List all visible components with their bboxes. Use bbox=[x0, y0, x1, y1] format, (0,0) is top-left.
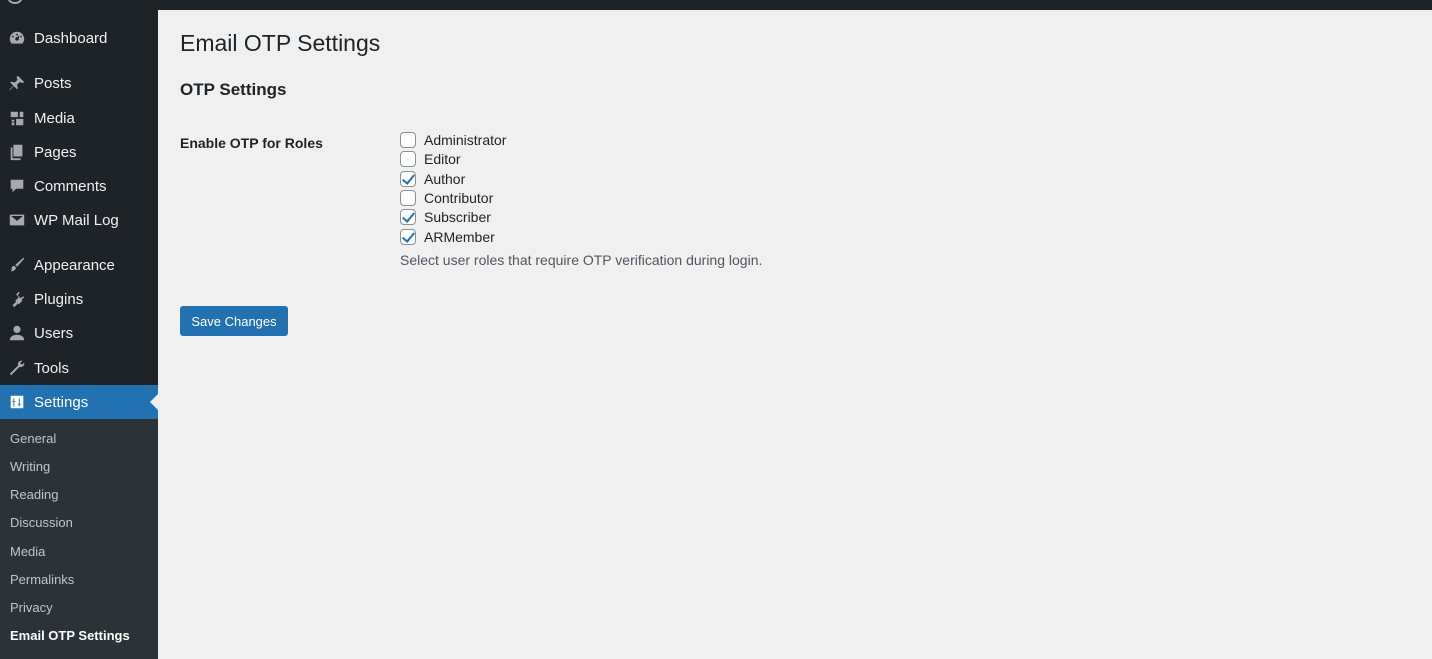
sidebar-item-label: Posts bbox=[34, 74, 72, 92]
sidebar-item-tools[interactable]: Tools bbox=[0, 351, 158, 385]
brush-icon bbox=[7, 255, 27, 275]
role-option-armember[interactable]: ARMember bbox=[400, 228, 495, 246]
settings-icon bbox=[7, 392, 27, 412]
save-changes-button[interactable]: Save Changes bbox=[180, 306, 288, 336]
submenu-item-general[interactable]: General bbox=[10, 430, 56, 448]
role-checkbox[interactable] bbox=[400, 190, 416, 206]
sidebar-item-users[interactable]: Users bbox=[0, 316, 158, 350]
section-title: OTP Settings bbox=[180, 80, 287, 99]
sidebar-item-posts[interactable]: Posts bbox=[0, 66, 158, 100]
sidebar-item-dashboard[interactable]: Dashboard bbox=[0, 21, 158, 55]
sidebar-item-comments[interactable]: Comments bbox=[0, 169, 158, 203]
roles-description: Select user roles that require OTP verif… bbox=[400, 252, 763, 268]
role-checkbox[interactable] bbox=[400, 151, 416, 167]
sidebar-item-media[interactable]: Media bbox=[0, 101, 158, 135]
wordpress-logo-icon[interactable] bbox=[8, 0, 22, 4]
page-title: Email OTP Settings bbox=[180, 30, 381, 56]
sidebar-item-wp-mail-log[interactable]: WP Mail Log bbox=[0, 203, 158, 237]
role-checkbox[interactable] bbox=[400, 171, 416, 187]
sidebar-item-settings[interactable]: Settings bbox=[0, 385, 158, 419]
role-label: Author bbox=[424, 171, 466, 187]
sidebar-item-label: Tools bbox=[34, 359, 70, 377]
settings-submenu: General Writing Reading Discussion Media… bbox=[0, 419, 158, 659]
sidebar-item-label: Comments bbox=[34, 177, 107, 195]
submenu-item-media[interactable]: Media bbox=[10, 543, 45, 561]
pin-icon bbox=[7, 73, 27, 93]
role-label: Contributor bbox=[424, 190, 494, 206]
role-label: Administrator bbox=[424, 132, 507, 148]
role-option-subscriber[interactable]: Subscriber bbox=[400, 208, 491, 226]
role-option-administrator[interactable]: Administrator bbox=[400, 131, 506, 149]
sidebar-item-appearance[interactable]: Appearance bbox=[0, 248, 158, 282]
submenu-item-privacy[interactable]: Privacy bbox=[10, 599, 53, 617]
role-label: Subscriber bbox=[424, 209, 491, 225]
media-icon bbox=[7, 108, 27, 128]
dashboard-icon bbox=[7, 28, 27, 48]
current-menu-arrow bbox=[150, 394, 158, 410]
pages-icon bbox=[7, 142, 27, 162]
submenu-item-reading[interactable]: Reading bbox=[10, 486, 58, 504]
role-checkbox[interactable] bbox=[400, 209, 416, 225]
admin-bar bbox=[0, 0, 1432, 10]
role-option-editor[interactable]: Editor bbox=[400, 150, 461, 168]
submenu-item-discussion[interactable]: Discussion bbox=[10, 514, 73, 532]
comment-icon bbox=[7, 176, 27, 196]
sidebar-item-plugins[interactable]: Plugins bbox=[0, 282, 158, 316]
sidebar-item-label: Settings bbox=[34, 393, 89, 411]
envelope-icon bbox=[7, 210, 27, 230]
role-checkbox[interactable] bbox=[400, 229, 416, 245]
role-checkbox[interactable] bbox=[400, 132, 416, 148]
sidebar-item-label: Media bbox=[34, 109, 75, 127]
role-option-contributor[interactable]: Contributor bbox=[400, 189, 493, 207]
sidebar-item-label: Plugins bbox=[34, 290, 84, 308]
sidebar-item-label: Dashboard bbox=[34, 29, 108, 47]
role-option-author[interactable]: Author bbox=[400, 170, 465, 188]
role-label: Editor bbox=[424, 151, 461, 167]
submenu-item-email-otp-settings[interactable]: Email OTP Settings bbox=[10, 627, 130, 645]
sidebar-item-label: Pages bbox=[34, 143, 77, 161]
plug-icon bbox=[7, 289, 27, 309]
sidebar-item-label: WP Mail Log bbox=[34, 211, 119, 229]
submenu-item-permalinks[interactable]: Permalinks bbox=[10, 571, 74, 589]
main-content: Email OTP Settings OTP Settings Enable O… bbox=[158, 10, 1432, 659]
role-label: ARMember bbox=[424, 229, 495, 245]
sidebar-item-label: Users bbox=[34, 324, 74, 342]
submenu-item-writing[interactable]: Writing bbox=[10, 458, 50, 476]
sidebar-item-pages[interactable]: Pages bbox=[0, 135, 158, 169]
enable-otp-roles-label: Enable OTP for Roles bbox=[180, 135, 323, 151]
sidebar-item-label: Appearance bbox=[34, 256, 115, 274]
user-icon bbox=[7, 323, 27, 343]
wrench-icon bbox=[7, 358, 27, 378]
